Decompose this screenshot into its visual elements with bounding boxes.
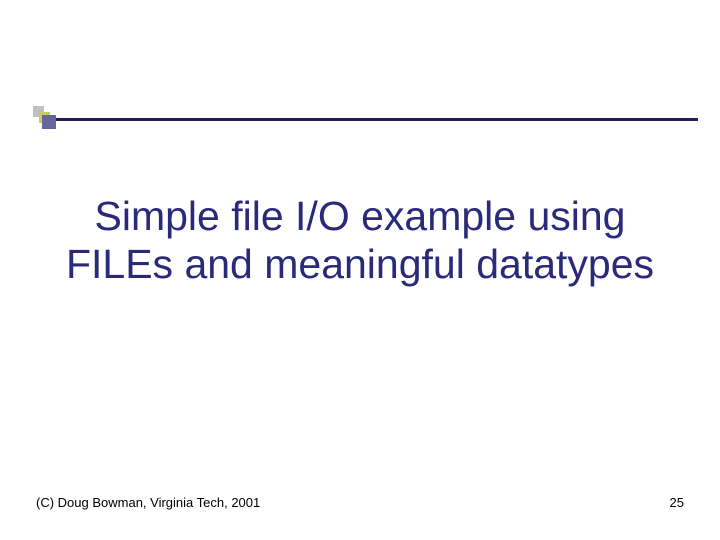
header-divider (47, 118, 698, 121)
slide-title: Simple file I/O example using FILEs and … (60, 192, 660, 289)
footer: (C) Doug Bowman, Virginia Tech, 2001 25 (36, 495, 684, 510)
copyright-text: (C) Doug Bowman, Virginia Tech, 2001 (36, 495, 260, 510)
slide: Simple file I/O example using FILEs and … (0, 0, 720, 540)
decor-square-dark (42, 115, 56, 129)
page-number: 25 (670, 495, 684, 510)
